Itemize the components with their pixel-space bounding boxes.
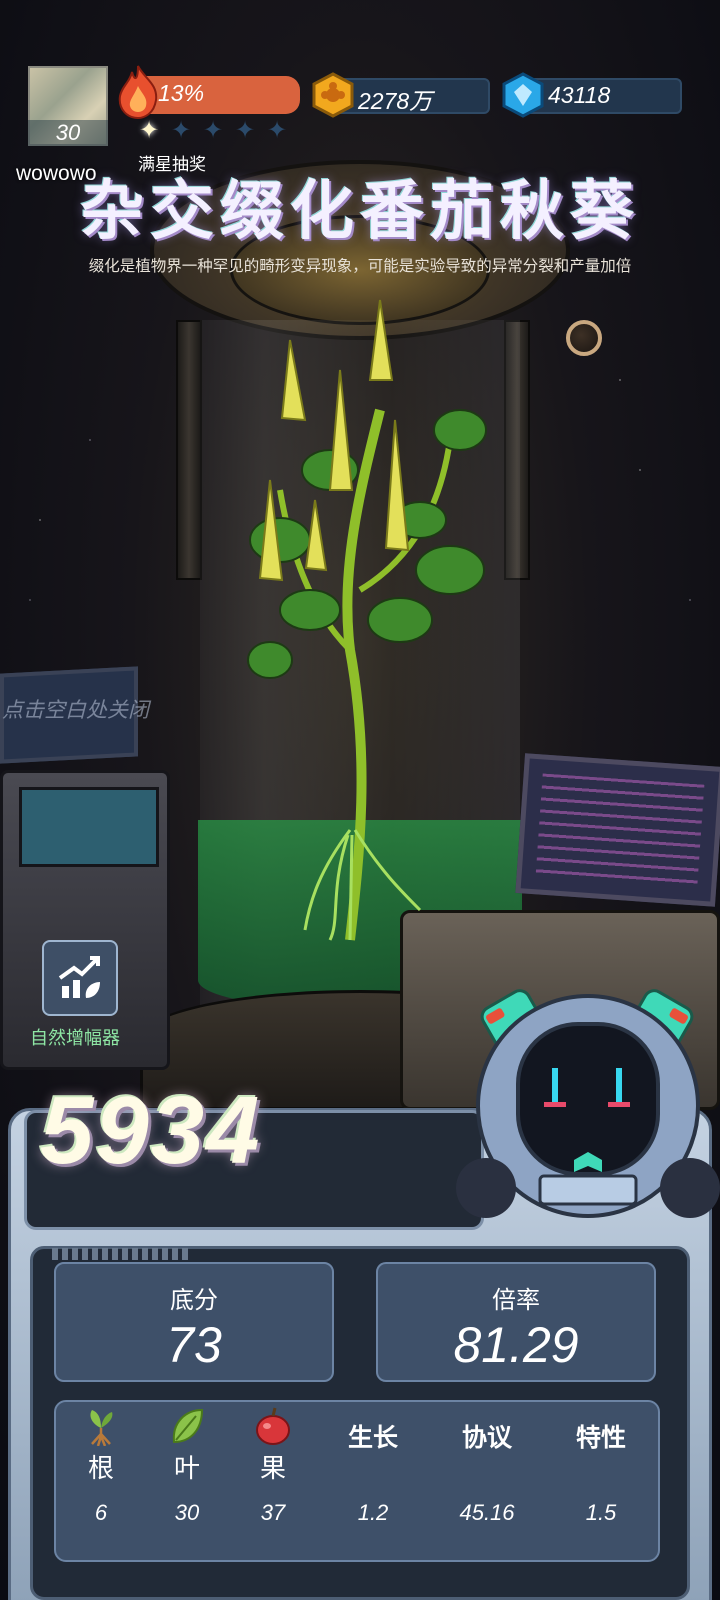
base-score-value: 73 xyxy=(166,1317,222,1373)
factor-name: 果 xyxy=(259,1453,286,1483)
growth-chart-icon xyxy=(58,956,100,998)
multiplier-value: 81.29 xyxy=(453,1317,579,1373)
factor-value: 45.16 xyxy=(459,1500,515,1525)
star-icon-empty: ✦ xyxy=(170,117,192,144)
fire-percent: 13% xyxy=(158,80,205,106)
star-icon-empty: ✦ xyxy=(234,117,256,144)
nature-amplifier-button[interactable] xyxy=(42,940,118,1016)
factor-name: 根 xyxy=(87,1453,114,1483)
factor-fruit: 果 37 xyxy=(228,1404,318,1525)
player-level: 30 xyxy=(28,120,108,146)
right-monitor xyxy=(515,753,720,907)
base-score-label: 底分 xyxy=(170,1287,218,1314)
factor-name: 特性 xyxy=(575,1424,626,1452)
robot-mascot xyxy=(456,989,720,1218)
plant-description: 缀化是植物界一种罕见的畸形变异现象，可能是实验导致的异常分裂和产量加倍 xyxy=(88,258,632,275)
factor-protocol: 协议 45.16 xyxy=(442,1404,532,1525)
sprout-root-icon xyxy=(90,1410,113,1446)
factor-trait: 特性 1.5 xyxy=(556,1404,646,1525)
apple-icon xyxy=(256,1407,290,1445)
coin-value: 2278万 xyxy=(358,88,433,114)
chamber-pillar-left xyxy=(176,320,202,580)
planet-icon xyxy=(566,320,602,356)
factor-name: 协议 xyxy=(461,1424,512,1452)
gold-flower-coin-icon xyxy=(312,72,354,118)
nature-amplifier-label: 自然增幅器 xyxy=(30,1028,120,1048)
factor-growth: 生长 1.2 xyxy=(328,1404,418,1525)
factor-root: 根 6 xyxy=(56,1404,146,1525)
plant-title: 杂交缀化番茄秋葵 xyxy=(80,175,640,247)
tap-blank-to-close-hint[interactable]: 点击空白处关闭 xyxy=(2,694,149,724)
factor-value: 1.2 xyxy=(357,1500,389,1525)
star-icon-empty: ✦ xyxy=(266,117,288,144)
leaf-icon xyxy=(172,1408,204,1444)
base-score-card: 底分 73 xyxy=(54,1262,334,1382)
star-rating: ✦ ✦ ✦ ✦ ✦ xyxy=(136,118,290,144)
okra-plant-image[interactable] xyxy=(220,290,520,950)
blue-diamond-icon xyxy=(502,72,544,118)
factor-value: 6 xyxy=(94,1500,108,1525)
star-icon-empty: ✦ xyxy=(202,117,224,144)
star-icon-lit: ✦ xyxy=(138,117,160,144)
factor-name: 生长 xyxy=(347,1424,398,1452)
multiplier-label: 倍率 xyxy=(492,1287,540,1314)
gem-value: 43118 xyxy=(548,82,611,108)
factor-leaf: 叶 30 xyxy=(142,1404,232,1525)
total-score: 5934 xyxy=(40,1077,262,1184)
panel-vent xyxy=(52,1248,192,1260)
multiplier-card: 倍率 81.29 xyxy=(376,1262,656,1382)
factor-value: 30 xyxy=(174,1500,200,1525)
flame-icon xyxy=(118,65,158,120)
factor-value: 1.5 xyxy=(585,1500,617,1525)
factor-value: 37 xyxy=(260,1500,286,1525)
factor-name: 叶 xyxy=(173,1453,200,1483)
